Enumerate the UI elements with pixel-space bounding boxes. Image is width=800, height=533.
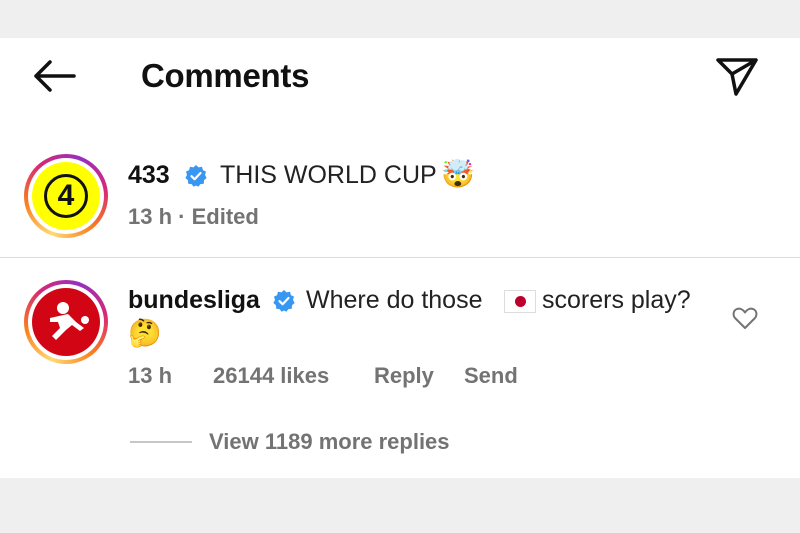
replies-line bbox=[130, 441, 192, 443]
comment-username[interactable]: 433 bbox=[128, 160, 170, 190]
page-title: Comments bbox=[141, 57, 310, 94]
bundesliga-logo-icon bbox=[32, 288, 100, 356]
paper-plane-icon[interactable] bbox=[714, 54, 760, 98]
comment-meta: 13 h · Edited bbox=[128, 204, 259, 230]
heart-icon[interactable] bbox=[732, 306, 758, 330]
send-button[interactable]: Send bbox=[464, 363, 518, 389]
comment-time: 13 h bbox=[128, 363, 173, 388]
avatar-bundesliga[interactable] bbox=[24, 280, 108, 364]
reply-button[interactable]: Reply bbox=[374, 363, 434, 389]
comment-text: THIS WORLD CUP bbox=[220, 161, 437, 189]
view-more-replies-button[interactable]: View 1189 more replies bbox=[209, 429, 450, 455]
likes-count[interactable]: 26144 likes bbox=[213, 363, 329, 389]
divider bbox=[0, 257, 800, 258]
exploding-head-emoji: 🤯 bbox=[441, 159, 475, 189]
verified-badge-icon bbox=[185, 165, 207, 187]
avatar-433[interactable]: 4 bbox=[24, 154, 108, 238]
edited-label: Edited bbox=[191, 204, 259, 229]
arrow-left-icon[interactable] bbox=[30, 56, 78, 96]
433-logo-icon: 4 bbox=[32, 162, 100, 230]
japan-flag-icon bbox=[504, 290, 536, 313]
comment-username[interactable]: bundesliga bbox=[128, 285, 260, 315]
thinking-face-emoji: 🤔 bbox=[128, 318, 162, 348]
verified-badge-icon bbox=[273, 290, 295, 312]
comment-text-start: Where do those bbox=[306, 286, 483, 314]
meta-separator: · bbox=[178, 204, 186, 229]
comment-text-end: scorers play? bbox=[542, 286, 691, 314]
comment-time: 13 h bbox=[128, 204, 173, 229]
comments-panel bbox=[0, 38, 800, 478]
